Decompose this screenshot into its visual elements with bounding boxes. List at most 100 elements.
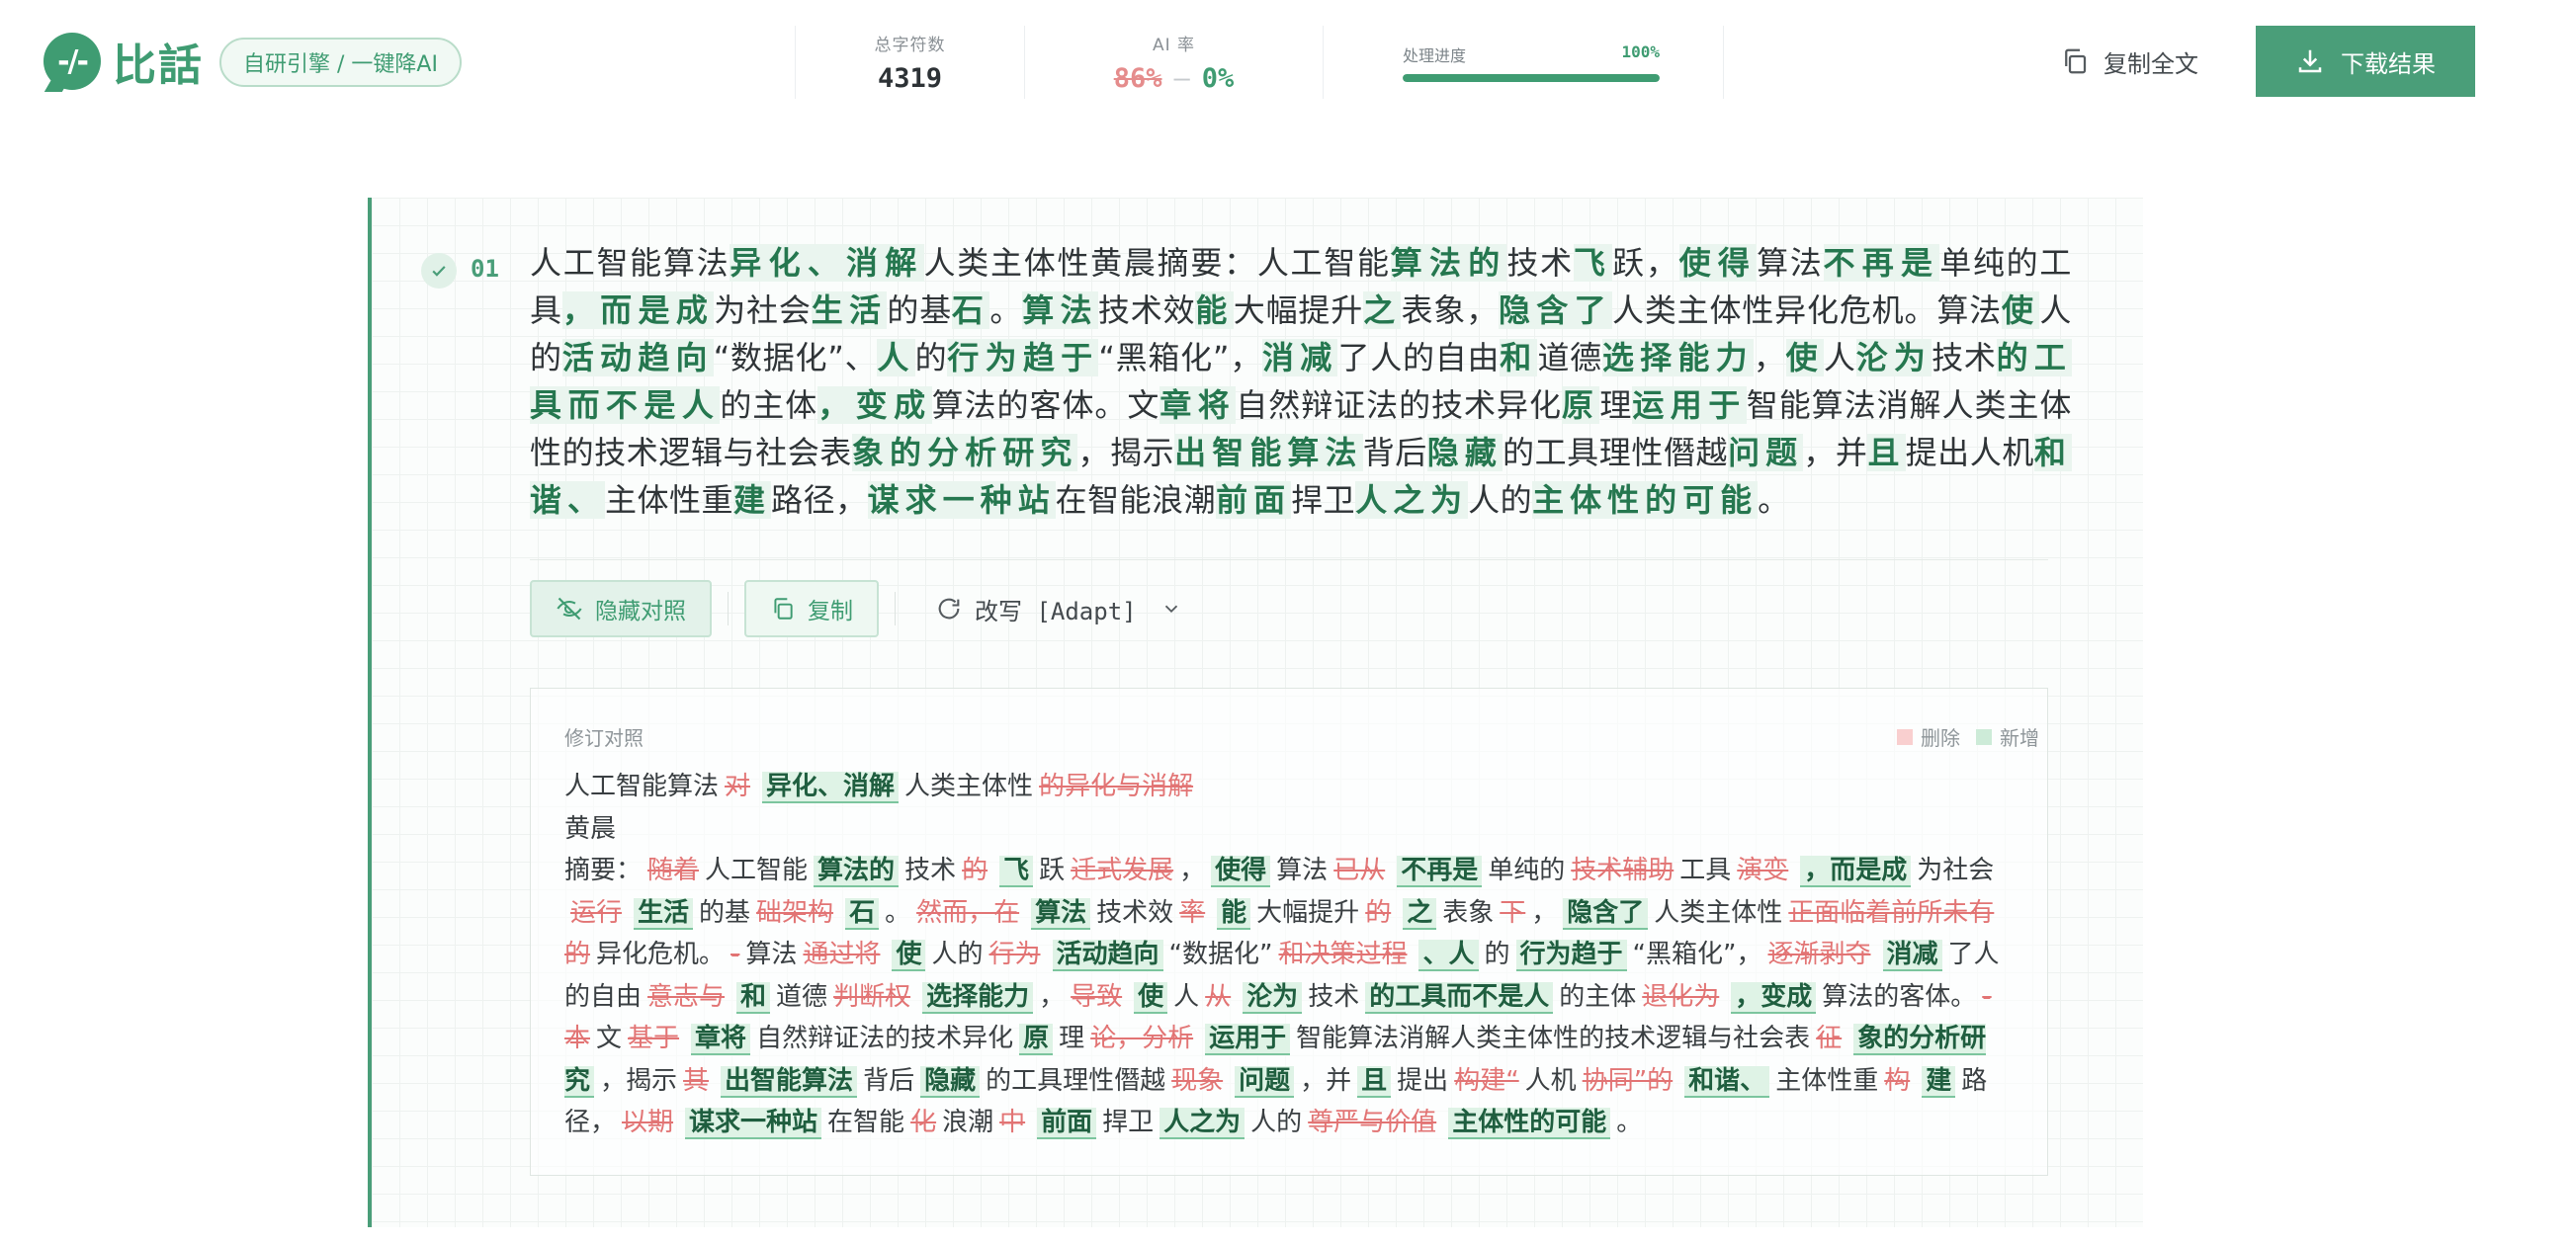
kept-segment: 自然辩证法的技术异化 — [1236, 386, 1562, 424]
logo[interactable]: -/- 比話 — [43, 30, 204, 93]
unchanged-text: 人机 — [1524, 1065, 1577, 1096]
deleted-text: 行为 — [988, 940, 1041, 969]
rewritten-segment: 行为趋于 — [947, 339, 1099, 376]
copy-all-button[interactable]: 复制全文 — [2060, 42, 2198, 81]
deleted-text: 基于 — [628, 1024, 680, 1053]
diff-line: 人工智能算法对异化、消解 人类主体性 的异化与消解 — [564, 766, 2018, 808]
added-text: 主体性的可能 — [1448, 1108, 1611, 1139]
deleted-text: 协同”的 — [1582, 1065, 1674, 1096]
kept-segment: 算法的客体。文 — [931, 386, 1160, 424]
kept-segment: 表象， — [1401, 291, 1499, 329]
logo-text: 比話 — [113, 41, 204, 91]
kept-segment: 人的 — [1468, 481, 1533, 519]
added-text: 原 — [1019, 1024, 1054, 1055]
kept-segment: 背后 — [1362, 434, 1427, 471]
rewritten-segment: 原 — [1561, 386, 1600, 424]
added-text: 行为趋于 — [1515, 940, 1627, 971]
deleted-text: 从 — [1205, 981, 1232, 1012]
revision-compare-panel: 修订对照 删除 新增 人工智能算法对异化、消解 人类主体性 的异化与消解 黄晨 摘要：随… — [530, 688, 2048, 1176]
added-text: 能 — [1217, 897, 1251, 930]
kept-segment: 人工智能算法 — [530, 244, 730, 282]
revision-compare-title: 修订对照 — [564, 726, 644, 750]
unchanged-text: 人类主体性 — [904, 772, 1034, 801]
added-text: 谋求一种站 — [685, 1108, 822, 1139]
added-text: 沦为 — [1243, 981, 1303, 1014]
unchanged-text: ，并 — [1300, 1065, 1352, 1096]
unchanged-text: 的 — [1484, 940, 1510, 969]
download-button[interactable]: 下载结果 — [2256, 26, 2475, 97]
copy-button[interactable]: 复制 — [744, 580, 879, 637]
unchanged-text: 文 — [596, 1024, 623, 1053]
unchanged-text: 浪潮 — [942, 1108, 994, 1137]
deleted-text: 然而，在 — [916, 897, 1020, 928]
rewritten-segment: 使 — [2002, 291, 2040, 329]
added-text: 出智能算法 — [721, 1065, 858, 1098]
progress-label: 处理进度 — [1403, 46, 1467, 65]
kept-segment: 主体性重 — [605, 481, 734, 519]
unchanged-text: 算法 — [745, 940, 798, 969]
unchanged-text: 捍卫 — [1102, 1108, 1155, 1137]
kept-segment: 在智能浪潮 — [1055, 481, 1217, 519]
unchanged-text: 智能算法消解人类主体性的技术逻辑与社会表 — [1296, 1024, 1811, 1053]
action-separator — [895, 592, 896, 625]
section-actions: 隐藏对照 复制 改写 [Adapt] — [530, 579, 1218, 638]
unchanged-text: 大幅提升 — [1256, 897, 1360, 928]
kept-segment: 理 — [1599, 386, 1633, 424]
copy-icon — [774, 598, 793, 620]
deleted-text: 础架构 — [756, 897, 834, 928]
rewritten-segment: 主体性的可能 — [1532, 481, 1759, 519]
deleted-text: 通过将 — [803, 940, 881, 969]
added-text: 不再是 — [1397, 856, 1483, 887]
hide-compare-button[interactable]: 隐藏对照 — [530, 580, 712, 637]
kept-segment: 人 — [1823, 339, 1856, 376]
added-text: 建 — [1922, 1065, 1956, 1098]
divider — [530, 559, 2048, 560]
stats-panel: 总字符数 4319 AI 率 86% — 0% 处理进度 100% — [795, 26, 1724, 99]
diff-text: 人工智能算法对异化、消解 人类主体性 的异化与消解 黄晨 摘要： 随着 人工智能 算法的 技术的… — [564, 766, 2018, 1144]
deleted-text: 对 — [725, 772, 751, 801]
rewritten-paragraph: 人工智能算法异化、消解人类主体性黄晨摘要：人工智能算法的技术飞跃，使得算法不再是… — [530, 239, 2072, 524]
rewrite-label: 改写 [Adapt] — [975, 597, 1137, 625]
kept-segment: 提出人机 — [1905, 434, 2034, 471]
rewrite-dropdown[interactable]: 改写 [Adapt] — [911, 580, 1218, 637]
kept-segment: 人类主体性异化危机。算法 — [1611, 291, 2003, 329]
added-text: 人之为 — [1159, 1108, 1245, 1139]
unchanged-text: 提出 — [1397, 1065, 1449, 1096]
rewritten-segment: 出智能算法 — [1174, 434, 1363, 471]
kept-segment: 道德 — [1537, 339, 1602, 376]
kept-segment: 的 — [914, 339, 948, 376]
logo-mark-icon: -/- — [43, 33, 101, 90]
rewritten-segment: 选择能力 — [1601, 339, 1754, 376]
rewritten-segment: 活动趋向 — [561, 339, 714, 376]
check-icon — [421, 253, 457, 289]
kept-segment: 技术效 — [1097, 291, 1196, 329]
kept-segment: “数据化”、 — [713, 339, 878, 376]
ai-rate-stat: AI 率 86% — 0% — [1024, 26, 1323, 99]
deleted-text: 演变 — [1737, 856, 1789, 885]
rewritten-segment: 且 — [1867, 434, 1906, 471]
deleted-text: 现象 — [1171, 1065, 1224, 1096]
added-text: 算法 — [1031, 897, 1091, 930]
deleted-text: 率 — [1179, 897, 1206, 928]
added-text: 活动趋向 — [1052, 940, 1163, 971]
unchanged-text: 人工智能算法 — [564, 772, 720, 801]
kept-segment: 的主体 — [720, 386, 818, 424]
unchanged-text: 主体性重 — [1775, 1065, 1879, 1096]
deleted-text: 已从 — [1333, 856, 1386, 885]
rewritten-segment: 沦为 — [1855, 339, 1932, 376]
rewritten-segment: 运用于 — [1632, 386, 1747, 424]
copy-icon — [2065, 48, 2087, 74]
kept-segment: 为社会 — [714, 291, 812, 329]
added-text: 和 — [736, 981, 771, 1014]
unchanged-text: “数据化” — [1168, 940, 1273, 969]
rewritten-segment: 人之为 — [1355, 481, 1469, 519]
added-text: 章将 — [691, 1024, 751, 1055]
deleted-text: 意志与 — [647, 981, 726, 1012]
add-swatch — [1976, 728, 1992, 745]
unchanged-text: ， — [1179, 856, 1206, 885]
rewritten-segment: 能 — [1195, 291, 1234, 329]
unchanged-text: 跃 — [1039, 856, 1066, 885]
progress-bar-fill — [1403, 74, 1660, 82]
rewritten-segment: 生活 — [811, 291, 888, 329]
progress-bar — [1403, 74, 1660, 82]
